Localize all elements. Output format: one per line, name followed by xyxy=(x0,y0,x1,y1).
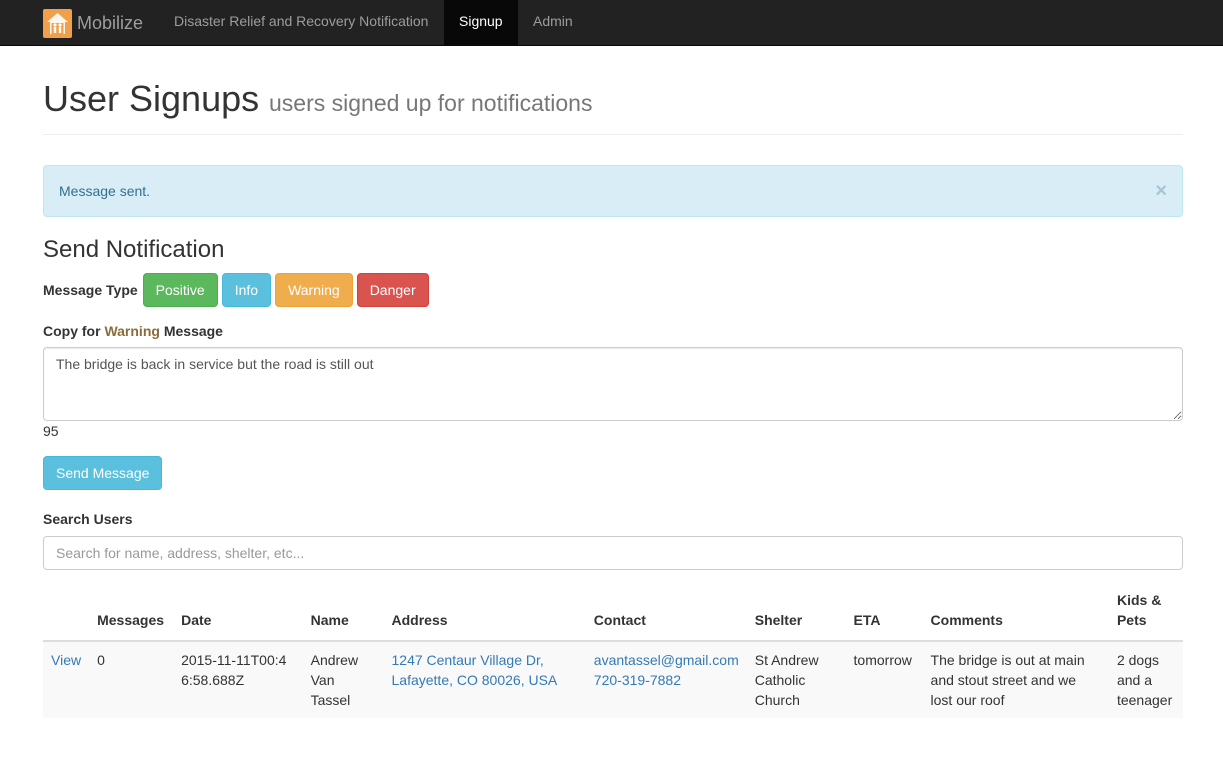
column-header-contact[interactable]: Contact xyxy=(585,590,747,642)
column-header-address[interactable]: Address xyxy=(383,590,586,642)
copy-label: Copy for Warning Message xyxy=(43,323,223,339)
page-header: User Signups users signed up for notific… xyxy=(43,78,1183,135)
info-button[interactable]: Info xyxy=(221,273,272,307)
table-row: View 0 2015-11-11T00:46:58.688Z Andrew V… xyxy=(43,641,1183,718)
brand-name: Mobilize xyxy=(77,12,144,33)
char-count: 95 xyxy=(43,423,59,439)
column-header-shelter[interactable]: Shelter xyxy=(746,590,846,642)
search-users-label: Search Users xyxy=(43,511,133,527)
brand-link[interactable]: Mobilize xyxy=(43,0,143,46)
column-header-comments[interactable]: Comments xyxy=(922,590,1109,642)
shelter-cell: St Andrew Catholic Church xyxy=(746,641,846,718)
copy-label-suffix: Message xyxy=(163,323,223,339)
address-link[interactable]: 1247 Centaur Village Dr, Lafayette, CO 8… xyxy=(392,652,558,688)
alert-text: Message sent. xyxy=(59,183,151,199)
kids-pets-cell: 2 dogs and a teenager xyxy=(1108,641,1183,718)
column-header-view xyxy=(43,590,90,642)
comments-cell: The bridge is out at main and stout stre… xyxy=(922,641,1109,718)
house-people-icon xyxy=(43,8,72,38)
email-link[interactable]: avantassel@gmail.com xyxy=(594,652,739,668)
name-cell: Andrew Van Tassel xyxy=(302,641,384,718)
danger-button[interactable]: Danger xyxy=(356,273,429,307)
nav-item-disaster-relief[interactable]: Disaster Relief and Recovery Notificatio… xyxy=(159,0,443,46)
message-type-label: Message Type xyxy=(43,282,138,298)
page-title: User Signups xyxy=(43,78,260,119)
search-input[interactable] xyxy=(43,536,1183,570)
view-link[interactable]: View xyxy=(51,652,81,668)
close-icon[interactable]: × xyxy=(1155,166,1167,216)
send-message-button[interactable]: Send Message xyxy=(43,456,163,490)
copy-label-prefix: Copy for xyxy=(43,323,101,339)
send-notification-title: Send Notification xyxy=(43,236,225,263)
message-textarea[interactable]: The bridge is back in service but the ro… xyxy=(43,347,1183,421)
column-header-name[interactable]: Name xyxy=(302,590,384,642)
nav-item-signup[interactable]: Signup xyxy=(444,0,518,46)
table-header-row: Messages Date Name Address Contact Shelt… xyxy=(43,590,1183,642)
nav-item-admin[interactable]: Admin xyxy=(518,0,588,46)
column-header-messages[interactable]: Messages xyxy=(89,590,174,642)
message-type-row: Message Type Positive Info Warning Dange… xyxy=(43,273,429,307)
date-cell: 2015-11-11T00:46:58.688Z xyxy=(173,641,303,718)
page-subtitle: users signed up for notifications xyxy=(269,90,593,116)
copy-label-type: Warning xyxy=(104,323,160,339)
contact-cell: avantassel@gmail.com 720-319-7882 xyxy=(585,641,747,718)
column-header-kids-pets[interactable]: Kids & Pets xyxy=(1108,590,1183,642)
column-header-eta[interactable]: ETA xyxy=(845,590,923,642)
eta-cell: tomorrow xyxy=(845,641,923,718)
address-cell: 1247 Centaur Village Dr, Lafayette, CO 8… xyxy=(383,641,586,718)
warning-button[interactable]: Warning xyxy=(275,273,353,307)
users-table: Messages Date Name Address Contact Shelt… xyxy=(43,590,1183,718)
view-cell: View xyxy=(43,641,90,718)
messages-cell: 0 xyxy=(89,641,174,718)
column-header-date[interactable]: Date xyxy=(173,590,303,642)
phone-link[interactable]: 720-319-7882 xyxy=(594,672,681,688)
positive-button[interactable]: Positive xyxy=(142,273,218,307)
alert-message-sent: Message sent. × xyxy=(43,165,1183,217)
navbar: Mobilize Disaster Relief and Recovery No… xyxy=(0,0,1223,46)
